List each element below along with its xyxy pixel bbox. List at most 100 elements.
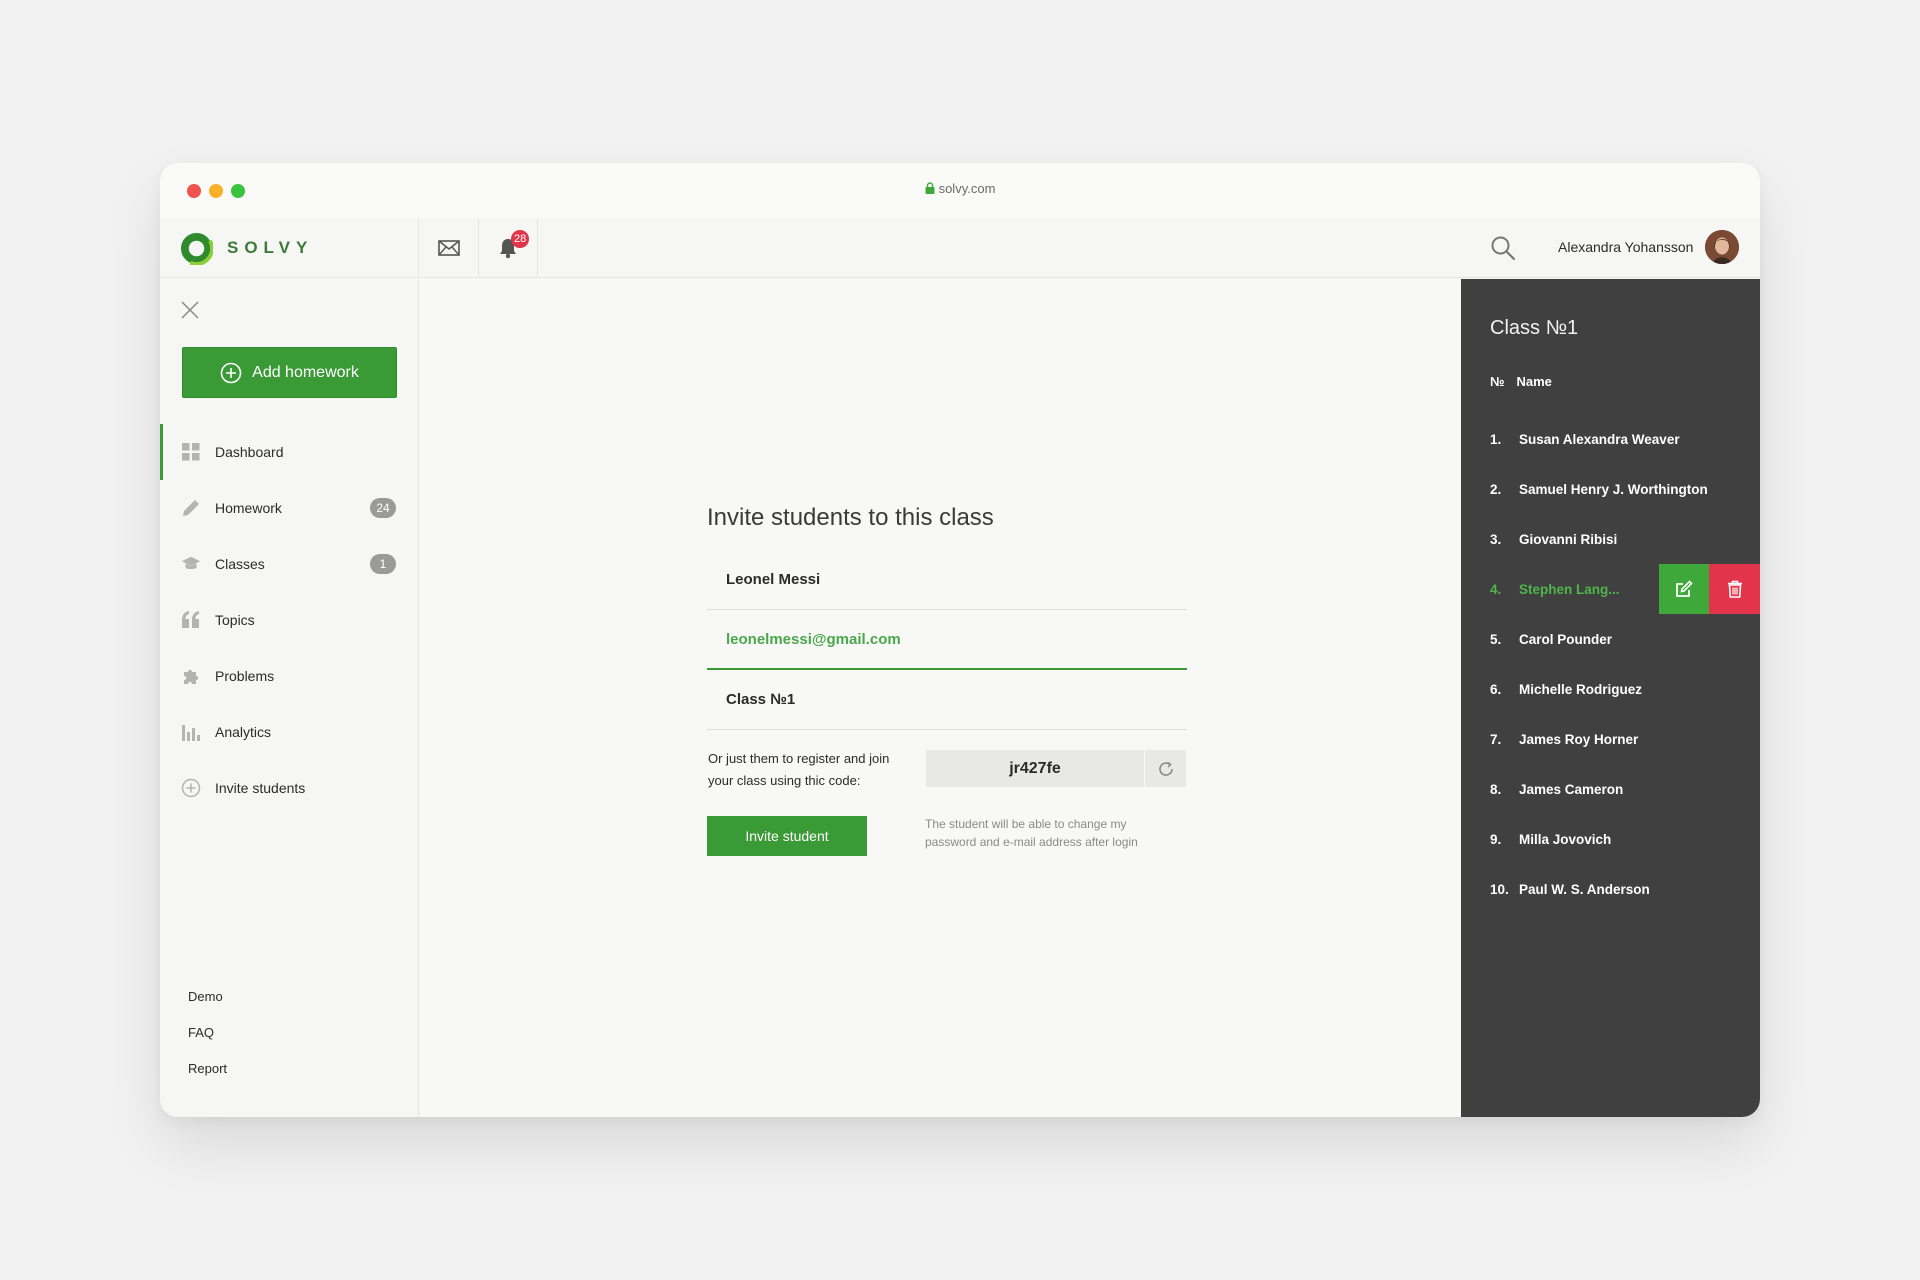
- student-row[interactable]: 7. James Roy Horner: [1461, 714, 1760, 764]
- sidebar-item-label: Analytics: [215, 724, 272, 740]
- student-row[interactable]: 6. Michelle Rodriguez: [1461, 664, 1760, 714]
- sidebar-item-analytics[interactable]: Analytics: [160, 704, 419, 760]
- student-row[interactable]: 5. Carol Pounder: [1461, 614, 1760, 664]
- classes-count-badge: 1: [370, 554, 396, 574]
- user-avatar-icon: [1705, 230, 1739, 264]
- close-icon[interactable]: [180, 300, 200, 320]
- page-title: Invite students to this class: [707, 504, 994, 531]
- messages-button[interactable]: [418, 218, 478, 278]
- logo[interactable]: SOLVY: [180, 231, 313, 265]
- student-number: 9.: [1490, 831, 1502, 847]
- browser-window: solvy.com SOLVY 28 Alexandra Yohansson A…: [160, 163, 1760, 1117]
- student-row[interactable]: 2. Samuel Henry J. Worthington: [1461, 464, 1760, 514]
- student-row[interactable]: 10. Paul W. S. Anderson: [1461, 864, 1760, 914]
- student-name: Michelle Rodriguez: [1519, 681, 1643, 697]
- trash-icon: [1727, 580, 1742, 598]
- student-list: 1. Susan Alexandra Weaver 2. Samuel Henry …: [1461, 414, 1760, 914]
- sidebar-footer-links: Demo FAQ Report: [188, 979, 227, 1087]
- invite-student-button[interactable]: Invite student: [707, 816, 867, 856]
- lock-icon: [925, 182, 935, 194]
- student-row[interactable]: 1. Susan Alexandra Weaver: [1461, 414, 1760, 464]
- student-number: 3.: [1490, 531, 1502, 547]
- invite-form: Invite students to this class Or just th…: [707, 504, 1187, 856]
- sidebar-item-dashboard[interactable]: Dashboard: [160, 424, 419, 480]
- sidebar-item-label: Homework: [215, 500, 282, 516]
- refresh-icon: [1158, 761, 1173, 776]
- class-select[interactable]: [707, 670, 1187, 728]
- student-name: Carol Pounder: [1519, 631, 1613, 647]
- student-name: Milla Jovovich: [1519, 831, 1612, 847]
- invite-note: The student will be able to change my pa…: [925, 817, 1138, 849]
- student-number: 2.: [1490, 481, 1502, 497]
- invite-actions: Invite student The student will be able …: [707, 816, 1187, 856]
- sidebar-item-homework[interactable]: Homework 24: [160, 480, 419, 536]
- report-link[interactable]: Report: [188, 1051, 227, 1087]
- student-name: Paul W. S. Anderson: [1519, 881, 1650, 897]
- address-bar[interactable]: solvy.com: [160, 181, 1760, 196]
- sidebar-item-label: Dashboard: [215, 444, 284, 460]
- notification-count-badge: 28: [511, 230, 530, 248]
- puzzle-icon: [181, 666, 201, 686]
- student-row[interactable]: 3. Giovanni Ribisi: [1461, 514, 1760, 564]
- student-name: Samuel Henry J. Worthington: [1519, 481, 1708, 497]
- sidebar-nav: Dashboard Homework 24 Classes 1 Topics P…: [160, 424, 419, 816]
- sidebar-item-problems[interactable]: Problems: [160, 648, 419, 704]
- plus-circle-icon: [220, 362, 242, 383]
- student-number: 10.: [1490, 881, 1509, 897]
- user-name[interactable]: Alexandra Yohansson: [1558, 239, 1693, 255]
- student-row[interactable]: 8. James Cameron: [1461, 764, 1760, 814]
- student-row-selected[interactable]: 4. Stephen Lang...: [1461, 564, 1760, 614]
- column-header-name: Name: [1516, 374, 1552, 389]
- edit-student-button[interactable]: [1659, 564, 1709, 614]
- quote-icon: [181, 610, 201, 630]
- student-number: 8.: [1490, 781, 1502, 797]
- grid-icon: [181, 442, 201, 462]
- faq-link[interactable]: FAQ: [188, 1015, 227, 1051]
- delete-student-button[interactable]: [1709, 564, 1760, 614]
- graduation-cap-icon: [181, 554, 201, 574]
- demo-link[interactable]: Demo: [188, 979, 227, 1015]
- sidebar-item-label: Invite students: [215, 780, 306, 796]
- class-code-value[interactable]: jr427fe: [926, 750, 1144, 787]
- add-homework-label: Add homework: [252, 363, 359, 381]
- student-name-input[interactable]: [707, 550, 1187, 608]
- add-homework-button[interactable]: Add homework: [182, 347, 397, 398]
- student-name: Stephen Lang...: [1519, 581, 1620, 597]
- sidebar-item-topics[interactable]: Topics: [160, 592, 419, 648]
- url-text: solvy.com: [938, 181, 996, 196]
- sidebar-item-classes[interactable]: Classes 1: [160, 536, 419, 592]
- logo-text: SOLVY: [227, 238, 314, 257]
- student-name: Giovanni Ribisi: [1519, 531, 1618, 547]
- sidebar-item-invite-students[interactable]: Invite students: [160, 760, 419, 816]
- student-name: James Cameron: [1519, 781, 1624, 797]
- class-roster-panel: Class №1 № Name 1. Susan Alexandra Weaver …: [1461, 279, 1760, 1117]
- class-code-hint: Or just them to register and join your c…: [708, 751, 890, 788]
- email-field-wrapper: [707, 610, 1187, 670]
- search-icon[interactable]: [1490, 235, 1516, 261]
- edit-icon: [1676, 580, 1693, 597]
- main-content: Invite students to this class Or just th…: [420, 279, 1461, 1117]
- sidebar-item-label: Problems: [215, 668, 275, 684]
- name-field-wrapper: [707, 550, 1187, 610]
- title-bar: solvy.com: [160, 163, 1760, 218]
- student-number: 1.: [1490, 431, 1502, 447]
- bar-chart-icon: [181, 722, 201, 742]
- solvy-logo-icon: [180, 231, 213, 265]
- notifications-button[interactable]: 28: [478, 218, 538, 278]
- student-name: James Roy Horner: [1519, 731, 1639, 747]
- regenerate-code-button[interactable]: [1145, 750, 1186, 787]
- mail-icon: [437, 240, 460, 256]
- student-email-input[interactable]: [707, 610, 1187, 668]
- sidebar-item-label: Topics: [215, 612, 255, 628]
- panel-title: Class №1: [1490, 317, 1579, 339]
- student-row[interactable]: 9. Milla Jovovich: [1461, 814, 1760, 864]
- app-header: SOLVY 28 Alexandra Yohansson: [160, 218, 1760, 278]
- pencil-icon: [181, 498, 201, 518]
- class-code-row: Or just them to register and join your c…: [707, 748, 1187, 788]
- student-name: Susan Alexandra Weaver: [1519, 431, 1680, 447]
- student-number: 5.: [1490, 631, 1502, 647]
- student-number: 4.: [1490, 581, 1502, 597]
- sidebar: Add homework Dashboard Homework 24 Class…: [160, 279, 419, 1117]
- student-number: 6.: [1490, 681, 1502, 697]
- avatar[interactable]: [1705, 230, 1739, 264]
